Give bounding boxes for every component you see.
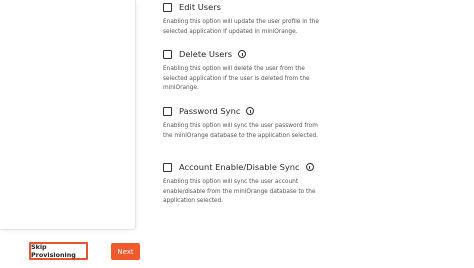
option-header: Account Enable/Disable Sync xyxy=(163,160,323,174)
option-edit-users: Edit Users Enabling this option will upd… xyxy=(163,0,323,37)
skip-provisioning-button[interactable]: Skip Provisioning xyxy=(29,242,88,260)
info-icon[interactable] xyxy=(246,107,255,115)
option-description: Enabling this option will update the use… xyxy=(163,19,319,35)
option-delete-users: Delete Users Enabling this option will d… xyxy=(163,47,323,94)
option-password-sync: Password Sync Enabling this option will … xyxy=(163,104,323,141)
option-description: Enabling this option will sync the user … xyxy=(163,123,319,139)
page: Edit Users Enabling this option will upd… xyxy=(0,0,474,268)
option-account-enable-disable-sync: Account Enable/Disable Sync Enabling thi… xyxy=(163,160,323,207)
side-card xyxy=(0,0,136,230)
option-label: Password Sync xyxy=(179,106,241,116)
next-button[interactable]: Next xyxy=(111,243,140,260)
option-description: Enabling this option will delete the use… xyxy=(163,66,310,91)
password-sync-checkbox[interactable] xyxy=(163,106,172,116)
info-icon[interactable] xyxy=(238,50,247,58)
option-label: Delete Users xyxy=(179,49,233,59)
delete-users-checkbox[interactable] xyxy=(163,49,172,59)
info-icon[interactable] xyxy=(305,163,314,171)
option-label: Edit Users xyxy=(179,2,221,12)
edit-users-checkbox[interactable] xyxy=(163,2,172,12)
option-label: Account Enable/Disable Sync xyxy=(179,162,300,172)
option-header: Password Sync xyxy=(163,104,323,118)
account-sync-checkbox[interactable] xyxy=(163,162,172,172)
option-description: Enabling this option will sync the user … xyxy=(163,179,316,204)
option-header: Edit Users xyxy=(163,0,323,14)
option-header: Delete Users xyxy=(163,47,323,61)
